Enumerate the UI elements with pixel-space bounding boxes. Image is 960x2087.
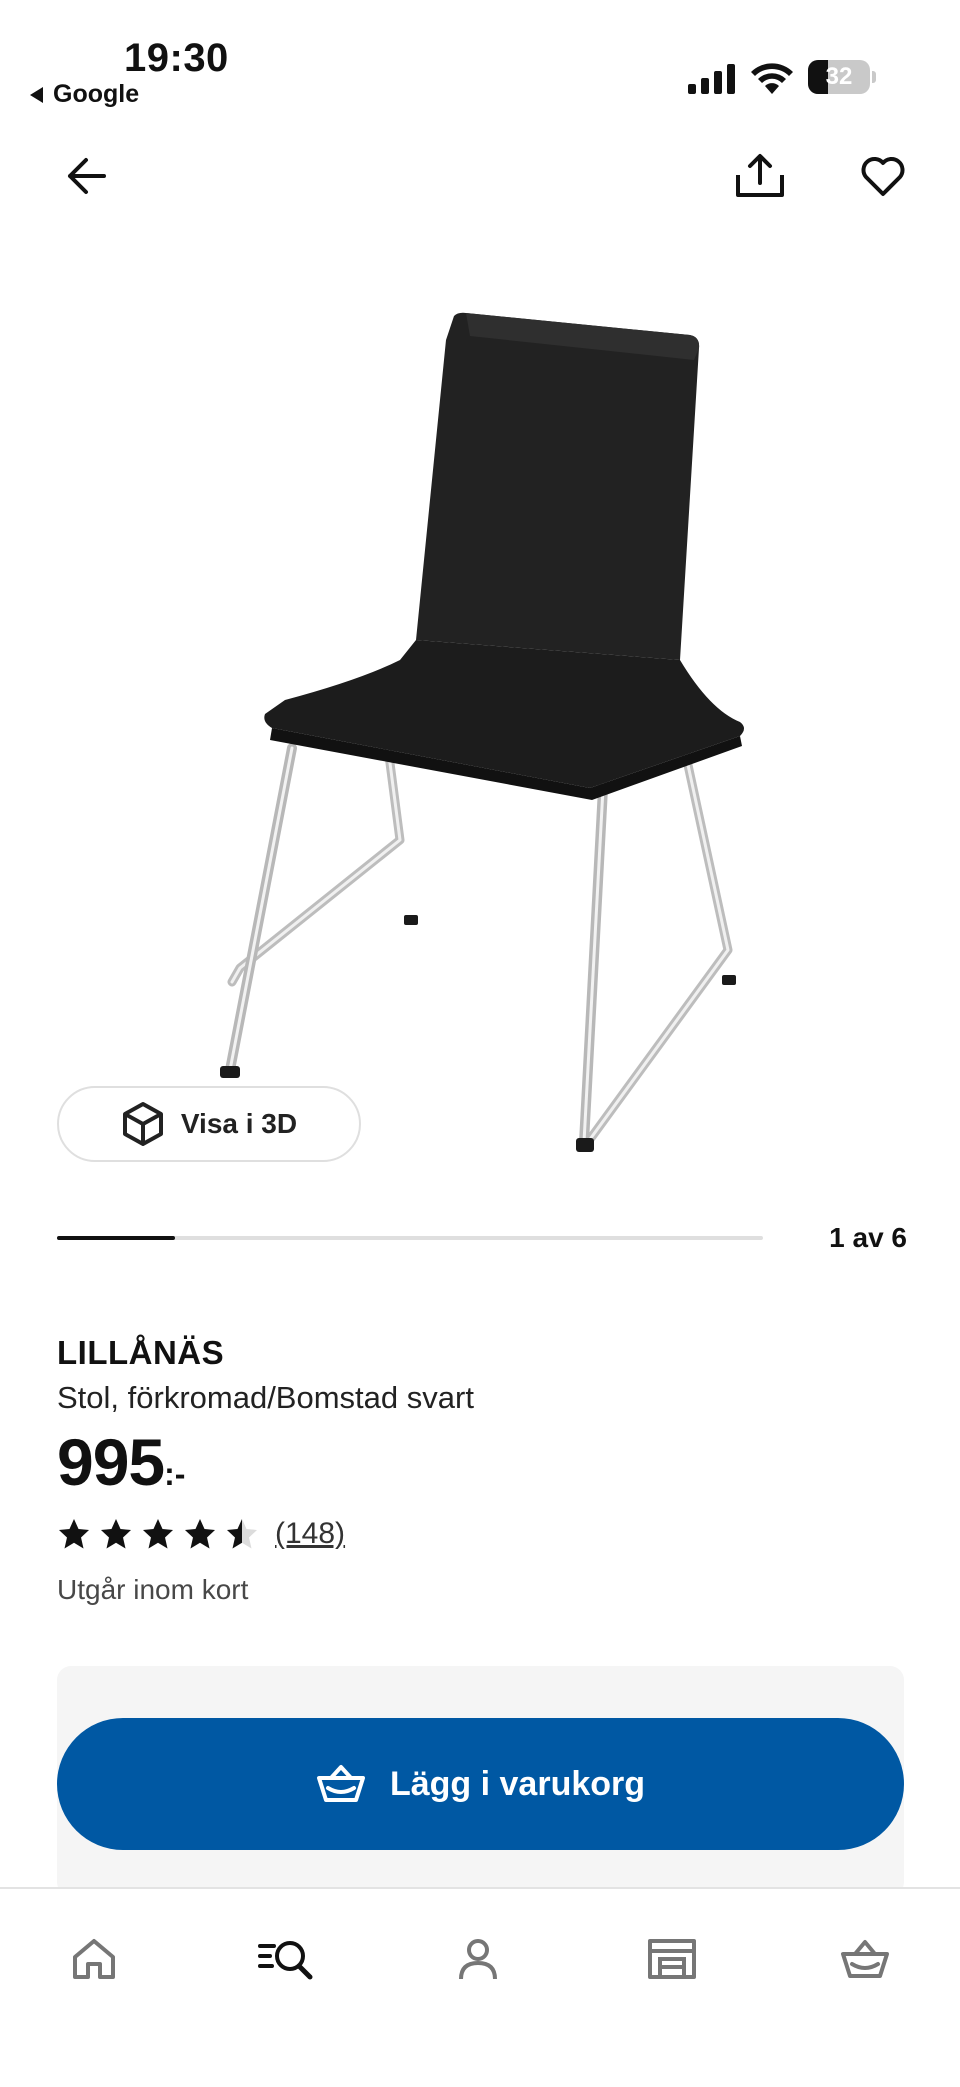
back-triangle-icon — [30, 86, 43, 103]
wifi-icon — [751, 63, 793, 94]
top-navigation — [0, 140, 960, 230]
review-count-link[interactable]: (148) — [275, 1517, 345, 1551]
product-name: LILLÅNÄS — [57, 1334, 225, 1371]
star-icon — [101, 1519, 131, 1549]
back-arrow-icon — [68, 158, 106, 194]
price-suffix: :- — [164, 1456, 186, 1492]
share-icon — [736, 154, 784, 197]
star-icon — [59, 1519, 89, 1549]
tab-basket[interactable] — [829, 1923, 901, 1995]
add-to-cart-label: Lägg i varukorg — [389, 1764, 646, 1803]
battery-icon: 32 — [808, 60, 876, 94]
product-rating[interactable]: (148) — [57, 1514, 345, 1554]
star-icon — [185, 1519, 215, 1549]
basket-icon — [316, 1765, 365, 1802]
product-description: Stol, förkromad/Bomstad svart — [57, 1380, 474, 1415]
cellular-signal-icon — [688, 64, 735, 94]
tab-stores[interactable] — [636, 1923, 708, 1995]
product-price: 995 :- — [57, 1426, 185, 1498]
battery-level: 32 — [825, 63, 853, 90]
availability-status: Utgår inom kort — [57, 1574, 249, 1605]
carousel-progress-fill — [57, 1236, 175, 1240]
home-icon — [73, 1939, 115, 1979]
status-bar: 19:30 Google 32 — [0, 0, 960, 120]
image-counter: 1 av 6 — [829, 1222, 907, 1253]
favorite-button[interactable] — [847, 140, 919, 212]
cube-3d-icon — [122, 1102, 163, 1146]
view-in-3d-button[interactable]: Visa i 3D — [57, 1086, 361, 1162]
star-icon — [227, 1519, 257, 1549]
price-amount: 995 — [57, 1425, 165, 1499]
bottom-tab-bar — [0, 1887, 960, 2087]
search-icon — [258, 1941, 313, 1980]
tab-home[interactable] — [58, 1923, 130, 1995]
tab-profile[interactable] — [442, 1923, 514, 1995]
back-to-app-link[interactable]: Google — [30, 80, 139, 109]
store-icon — [648, 1939, 696, 1979]
profile-icon — [459, 1939, 497, 1980]
tab-search[interactable] — [250, 1923, 322, 1995]
status-time: 19:30 — [124, 36, 229, 80]
product-image[interactable] — [0, 240, 960, 1200]
view-in-3d-label: Visa i 3D — [180, 1108, 298, 1139]
add-to-cart-button[interactable]: Lägg i varukorg — [57, 1718, 904, 1850]
back-button[interactable] — [50, 140, 122, 212]
rating-stars — [57, 1517, 259, 1551]
back-app-label: Google — [53, 80, 140, 108]
carousel-progress-track — [57, 1236, 763, 1240]
share-button[interactable] — [724, 140, 796, 212]
basket-icon — [841, 1940, 889, 1978]
image-carousel-indicator: 1 av 6 — [57, 1218, 907, 1258]
star-icon — [143, 1519, 173, 1549]
heart-icon — [861, 157, 905, 196]
